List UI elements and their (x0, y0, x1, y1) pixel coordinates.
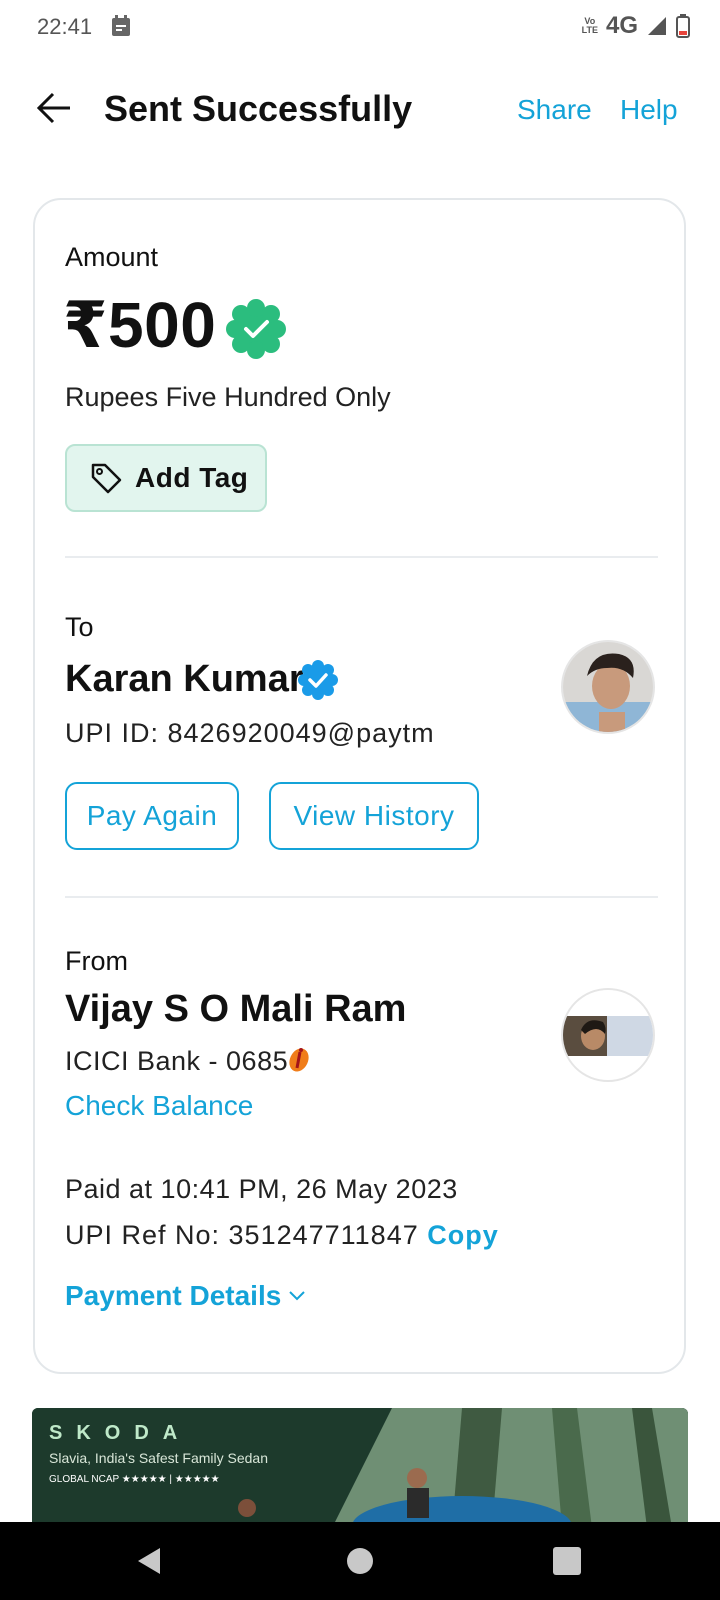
help-link[interactable]: Help (620, 94, 678, 126)
status-icons: Vo LTE 4G (582, 12, 690, 40)
upi-ref-number: UPI Ref No: 351247711847 (65, 1220, 419, 1250)
payment-details-label: Payment Details (65, 1280, 282, 1311)
sender-bank: ICICI Bank - 0685 (65, 1046, 289, 1076)
add-tag-button[interactable]: Add Tag (65, 444, 267, 512)
page-title: Sent Successfully (104, 88, 413, 129)
upi-ref-row: UPI Ref No: 351247711847 Copy (65, 1220, 499, 1251)
copy-ref-button[interactable]: Copy (427, 1220, 499, 1250)
to-label: To (65, 612, 94, 642)
share-link[interactable]: Share (517, 94, 592, 126)
amount-label: Amount (65, 242, 159, 272)
tag-icon (91, 463, 122, 494)
chevron-down-icon (289, 1291, 306, 1301)
back-arrow-icon[interactable] (34, 88, 74, 128)
recipient-name: Karan Kumar (65, 658, 304, 700)
app-header: Sent Successfully Share Help (0, 70, 720, 150)
recipient-upi-id: UPI ID: 8426920049@paytm (65, 718, 435, 748)
divider (65, 896, 658, 898)
recipient-photo (563, 642, 653, 732)
success-check-icon (226, 299, 286, 359)
pay-again-button[interactable]: Pay Again (65, 782, 239, 850)
check-balance-link[interactable]: Check Balance (65, 1090, 253, 1122)
system-nav-bar (0, 1522, 720, 1600)
from-label: From (65, 946, 128, 976)
network-type: 4G (605, 12, 638, 39)
add-tag-label: Add Tag (135, 462, 249, 493)
amount-in-words: Rupees Five Hundred Only (65, 382, 391, 412)
ad-tagline: Slavia, India's Safest Family Sedan (49, 1450, 269, 1466)
sender-name: Vijay S O Mali Ram (65, 988, 407, 1030)
verified-icon (298, 660, 338, 700)
transaction-card: Amount ₹500 Rupees Five Hundred Only Add… (33, 198, 686, 1374)
battery-icon (676, 14, 690, 38)
nav-home-icon[interactable] (343, 1544, 377, 1578)
volte-indicator: Vo LTE (581, 16, 598, 35)
recipient-avatar (561, 640, 655, 734)
status-bar: 22:41 Vo LTE 4G (0, 0, 720, 54)
skoda-ad-banner[interactable]: SKODA Slavia, India's Safest Family Seda… (32, 1408, 688, 1528)
divider (65, 556, 658, 558)
ad-ratings: GLOBAL NCAP ★★★★★ | ★★★★★ (49, 1474, 220, 1485)
nav-recents-icon[interactable] (550, 1544, 584, 1578)
signal-icon (648, 17, 666, 35)
sender-photo (563, 990, 653, 1080)
view-history-button[interactable]: View History (269, 782, 479, 850)
ad-brand: SKODA (49, 1422, 192, 1444)
payment-details-toggle[interactable]: Payment Details (65, 1280, 307, 1312)
icici-bank-logo-icon (289, 1048, 309, 1072)
sender-avatar (561, 988, 655, 1082)
calendar-icon (112, 15, 130, 36)
nav-back-icon[interactable] (132, 1544, 166, 1578)
paid-at-text: Paid at 10:41 PM, 26 May 2023 (65, 1174, 458, 1204)
status-time: 22:41 (37, 14, 93, 39)
amount-value: ₹500 (63, 289, 217, 361)
